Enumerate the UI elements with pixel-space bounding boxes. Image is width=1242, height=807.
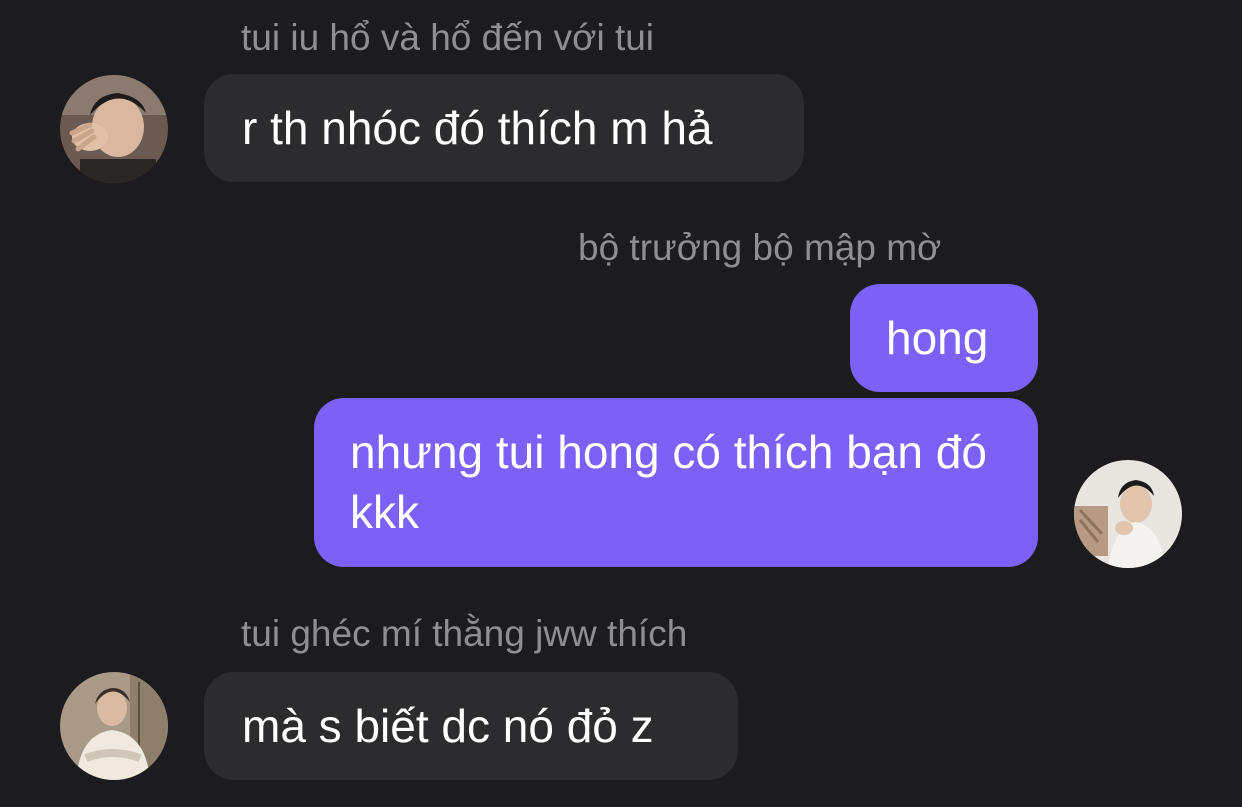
sender-avatar[interactable] <box>1074 460 1182 568</box>
person-photo-avatar <box>60 75 168 183</box>
sender-name: tui ghéc mí thằng jww thích <box>241 613 688 654</box>
sender-name: bộ trưởng bộ mập mờ <box>578 227 942 268</box>
sender-name: tui iu hổ và hổ đến với tui <box>241 17 655 58</box>
sender-avatar[interactable] <box>60 672 168 780</box>
message-bubble-outgoing[interactable]: nhưng tui hong có thích bạn đó kkk <box>314 398 1038 567</box>
person-photo-avatar <box>60 672 168 780</box>
person-photo-avatar <box>1074 460 1182 568</box>
message-bubble-incoming[interactable]: r th nhóc đó thích m hả <box>204 74 804 182</box>
message-bubble-outgoing[interactable]: hong <box>850 284 1038 392</box>
sender-avatar[interactable] <box>60 75 168 183</box>
message-bubble-incoming[interactable]: mà s biết dc nó đỏ z <box>204 672 738 780</box>
